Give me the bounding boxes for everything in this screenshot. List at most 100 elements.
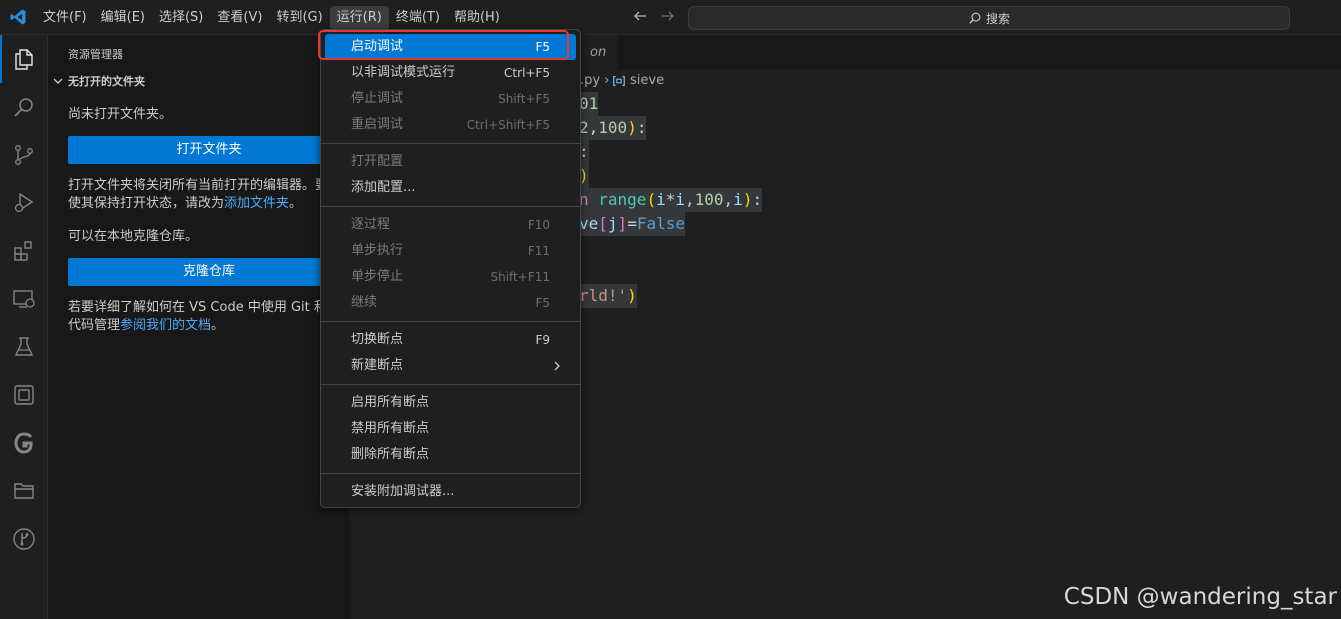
- chevron-right-icon: ›: [604, 73, 610, 88]
- chevron-right-icon: [554, 361, 560, 371]
- run-menu-item-shortcut: F5: [535, 296, 550, 310]
- docs-link[interactable]: 参阅我们的文档: [120, 318, 211, 333]
- source-control-icon[interactable]: [0, 131, 48, 179]
- breadcrumb-symbol-label: sieve: [630, 73, 665, 88]
- breadcrumb-symbol[interactable]: sieve: [612, 73, 664, 88]
- code-line-1: 01: [579, 92, 599, 116]
- run-menu-item-label: 以非调试模式运行: [351, 65, 456, 80]
- run-menu-item[interactable]: 启用所有断点: [325, 390, 576, 416]
- run-menu-item-label: 重启调试: [351, 117, 404, 132]
- testing-icon[interactable]: [0, 323, 48, 371]
- layout-icon[interactable]: [0, 371, 48, 419]
- open-folder-button[interactable]: 打开文件夹: [68, 136, 350, 164]
- section-title: 无打开的文件夹: [68, 75, 145, 88]
- search-icon[interactable]: [0, 83, 48, 131]
- menu-separator: [321, 321, 580, 322]
- menu-item-2[interactable]: 选择(S): [152, 0, 210, 35]
- menu-item-0[interactable]: 文件(F): [36, 0, 94, 35]
- remote-explorer-icon[interactable]: [0, 275, 48, 323]
- run-menu-item-label: 打开配置: [351, 154, 404, 169]
- git-graph-icon[interactable]: [0, 515, 48, 563]
- run-menu-item-label: 单步停止: [351, 269, 404, 284]
- run-debug-icon[interactable]: [0, 179, 48, 227]
- run-menu-item[interactable]: 新建断点: [325, 353, 576, 379]
- menu-item-3[interactable]: 查看(V): [210, 0, 269, 35]
- run-menu-item-label: 启用所有断点: [351, 395, 430, 410]
- run-menu-item-label: 禁用所有断点: [351, 421, 430, 436]
- run-menu-item-shortcut: Ctrl+Shift+F5: [466, 118, 550, 132]
- run-menu-item-label: 切换断点: [351, 332, 404, 347]
- watermark: CSDN @wandering_star: [1063, 584, 1337, 610]
- git-description: 若要详细了解如何在 VS Code 中使用 Git 和源 代码管理参阅我们的文档…: [68, 299, 350, 335]
- run-menu-item[interactable]: 安装附加调试器...: [325, 479, 576, 505]
- clone-repository-button[interactable]: 克隆仓库: [68, 258, 350, 286]
- breadcrumb-file-label: .py: [580, 73, 601, 88]
- menu-item-5[interactable]: 运行(R): [329, 6, 389, 30]
- run-menu-dropdown: 启动调试 F5 以非调试模式运行 Ctrl+F5 停止调试 Shift+F5 重启调试 Ctr…: [320, 29, 581, 508]
- sidebar-title: 资源管理器: [68, 48, 123, 61]
- run-menu-item-label: 停止调试: [351, 91, 404, 106]
- run-menu-item-shortcut: Ctrl+F5: [504, 66, 550, 80]
- code-line-5: n range(i*i,100,i):: [579, 188, 763, 212]
- run-menu-item-shortcut: F11: [527, 244, 550, 258]
- title-bar: 文件(F) 编辑(E) 选择(S) 查看(V) 转到(G) 运行(R) 终端(T) 帮助(H)…: [0, 0, 1341, 35]
- run-menu-item-label: 删除所有断点: [351, 447, 430, 462]
- symbol-variable-icon: [613, 75, 625, 86]
- run-menu-item-shortcut: Shift+F11: [490, 270, 550, 284]
- open-folder-desc-line2: 使其保持打开状态，请改为: [68, 196, 225, 211]
- run-menu-item-label: 启动调试: [351, 39, 404, 54]
- run-menu-item-shortcut: F9: [535, 333, 550, 347]
- command-center-search[interactable]: 搜索: [688, 6, 1290, 30]
- explorer-sidebar: 资源管理器 无打开的文件夹 尚未打开文件夹。 打开文件夹 打开文件夹将关闭所有当…: [48, 35, 350, 619]
- run-menu-item-shortcut: F5: [535, 40, 550, 54]
- open-folder-desc-end: 。: [289, 196, 303, 211]
- vscode-logo-icon: [10, 9, 26, 25]
- add-folder-link[interactable]: 添加文件夹: [224, 196, 289, 211]
- code-line-6: ve[j]=False: [579, 212, 685, 236]
- menu-separator: [321, 206, 580, 207]
- activity-bar: [0, 35, 48, 619]
- search-icon: [969, 12, 981, 24]
- no-folder-section-header[interactable]: 无打开的文件夹: [52, 73, 145, 89]
- run-menu-item[interactable]: 禁用所有断点: [325, 416, 576, 442]
- run-menu-item-label: 添加配置...: [351, 180, 416, 195]
- menu-separator: [321, 143, 580, 144]
- run-menu-item[interactable]: 切换断点 F9: [325, 327, 576, 353]
- folders-icon[interactable]: [0, 467, 48, 515]
- menu-item-1[interactable]: 编辑(E): [94, 0, 152, 35]
- run-menu-item[interactable]: 以非调试模式运行 Ctrl+F5: [325, 60, 576, 86]
- search-label: 搜索: [985, 11, 1010, 26]
- open-folder-description: 打开文件夹将关闭所有当前打开的编辑器。要 使其保持打开状态，请改为添加文件夹。: [68, 177, 350, 213]
- run-menu-item: 打开配置: [325, 149, 576, 175]
- gitlens-icon[interactable]: [0, 419, 48, 467]
- git-desc-end: 。: [211, 318, 225, 333]
- back-arrow-icon[interactable]: [632, 8, 648, 24]
- explorer-icon[interactable]: [0, 35, 48, 83]
- run-menu-item-shortcut: F10: [527, 218, 550, 232]
- run-menu-item: 单步停止 Shift+F11: [325, 264, 576, 290]
- extensions-icon[interactable]: [0, 227, 48, 275]
- git-desc-line2: 代码管理: [68, 318, 121, 333]
- chevron-down-icon: [53, 78, 63, 84]
- run-menu-item-shortcut: Shift+F5: [498, 92, 550, 106]
- run-menu-item-label: 继续: [351, 295, 378, 310]
- no-folder-text: 尚未打开文件夹。: [68, 107, 173, 122]
- open-folder-desc-line1: 打开文件夹将关闭所有当前打开的编辑器。要: [68, 178, 329, 193]
- forward-arrow-icon[interactable]: [660, 8, 676, 24]
- run-menu-item[interactable]: 启动调试 F5: [325, 34, 576, 60]
- run-menu-item: 重启调试 Ctrl+Shift+F5: [325, 112, 576, 138]
- run-menu-item-label: 逐过程: [351, 217, 391, 232]
- run-menu-item: 停止调试 Shift+F5: [325, 86, 576, 112]
- menu-separator: [321, 384, 580, 385]
- code-line-2: 2,100):: [579, 116, 647, 140]
- run-menu-item: 逐过程 F10: [325, 212, 576, 238]
- run-menu-item: 继续 F5: [325, 290, 576, 316]
- run-menu-item[interactable]: 添加配置...: [325, 175, 576, 201]
- run-menu-item[interactable]: 删除所有断点: [325, 442, 576, 468]
- navigation-arrows: [632, 8, 676, 24]
- run-menu-item: 单步执行 F11: [325, 238, 576, 264]
- breadcrumb-file[interactable]: .py ›: [580, 73, 609, 88]
- menu-separator: [321, 473, 580, 474]
- run-menu-item-label: 单步执行: [351, 243, 404, 258]
- clone-text: 可以在本地克隆仓库。: [68, 229, 199, 244]
